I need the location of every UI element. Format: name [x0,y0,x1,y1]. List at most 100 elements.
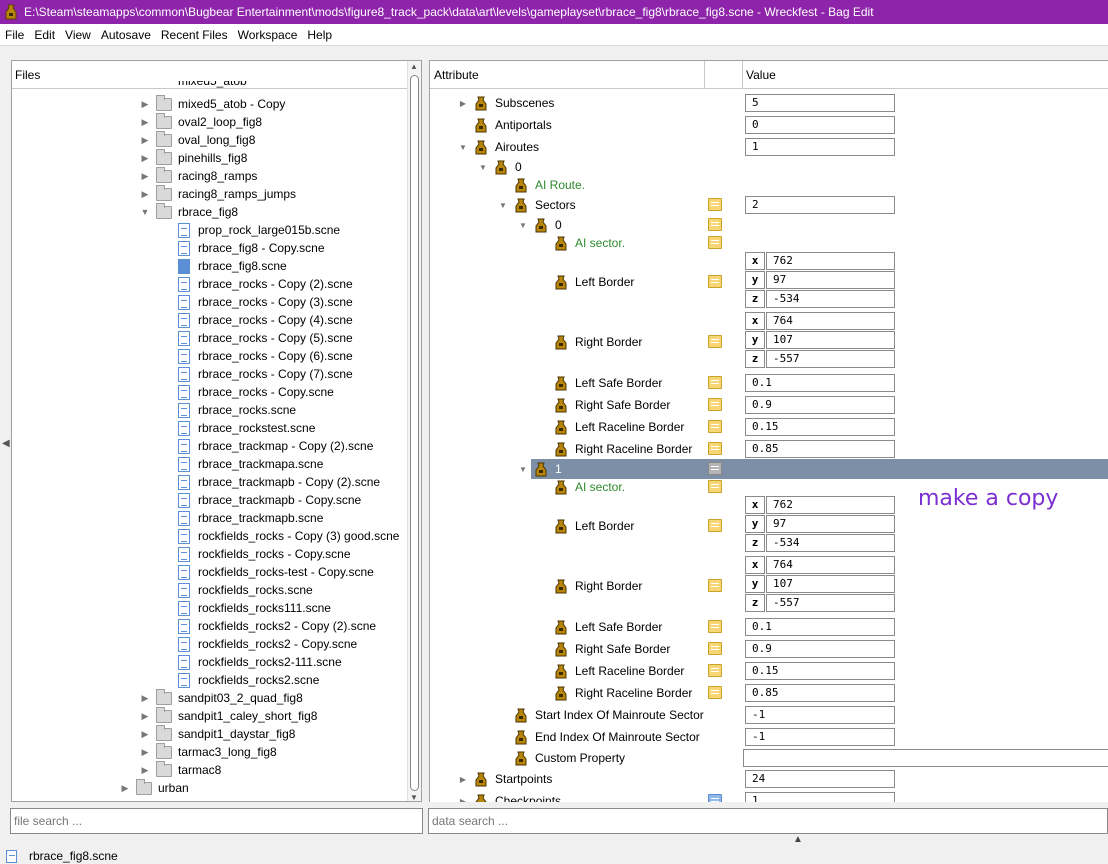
collapsed-arrow-icon[interactable]: ▶ [140,117,150,128]
tree-file[interactable]: rockfields_rocks - Copy.scne [178,545,351,563]
tree-folder[interactable]: ▶ tarmac3_long_fig8 [140,742,277,761]
vector-y-field[interactable]: 107 [766,575,895,593]
vector-y-field[interactable]: 107 [766,331,895,349]
attribute-row[interactable]: AI sector. [538,477,625,497]
scroll-up-icon[interactable]: ▲ [410,62,418,71]
value-field[interactable]: 0.1 [745,374,895,392]
note-icon[interactable] [708,579,722,592]
tree-file[interactable]: rbrace_trackmapb - Copy.scne [178,491,361,509]
scroll-down-icon[interactable]: ▼ [410,793,418,801]
note-icon[interactable] [708,198,722,211]
value-field[interactable]: 0.85 [745,684,895,702]
note-icon[interactable] [708,275,722,288]
menu-autosave[interactable]: Autosave [96,24,156,46]
attribute-row[interactable]: AI sector. [538,233,625,253]
menu-workspace[interactable]: Workspace [233,24,303,46]
attribute-row[interactable]: End Index Of Mainroute Sector [498,727,700,747]
value-field[interactable]: 1 [745,138,895,156]
vector-z-field[interactable]: -557 [766,594,895,612]
attribute-row[interactable]: ▼ 1 [518,459,562,479]
note-icon[interactable] [708,462,722,475]
tree-file[interactable]: prop_rock_large015b.scne [178,221,340,239]
menu-edit[interactable]: Edit [29,24,60,46]
vector-z-field[interactable]: -534 [766,534,895,552]
collapsed-arrow-icon[interactable]: ▶ [140,171,150,182]
tree-folder[interactable]: ▶ sandpit1_daystar_fig8 [140,724,295,743]
tree-folder[interactable]: ▶ pinehills_fig8 [140,148,247,167]
menu-file[interactable]: File [0,24,29,46]
note-icon[interactable] [708,642,722,655]
value-field[interactable]: -1 [745,728,895,746]
value-field[interactable]: -1 [745,706,895,724]
vector-x-field[interactable]: 764 [766,312,895,330]
tree-folder[interactable]: ▶ sandpit03_2_quad_fig8 [140,688,303,707]
tree-folder[interactable]: ▶ mixed5_atob - Copy [140,94,285,113]
tree-file[interactable]: rbrace_trackmapb - Copy (2).scne [178,473,380,491]
tree-file[interactable]: rbrace_rocks - Copy (3).scne [178,293,353,311]
vector-y-field[interactable]: 97 [766,515,895,533]
tree-file[interactable]: rbrace_fig8.scne [178,257,287,275]
attribute-row[interactable]: Left Raceline Border [538,417,684,437]
note-icon[interactable] [708,480,722,493]
value-field[interactable]: 0.1 [745,618,895,636]
tree-folder[interactable]: ▼ rbrace_fig8 [140,202,238,221]
collapsed-arrow-icon[interactable]: ▶ [140,747,150,758]
tree-file[interactable]: rbrace_rocks - Copy (5).scne [178,329,353,347]
attribute-row[interactable]: Left Safe Border [538,617,662,637]
note-icon[interactable] [708,420,722,433]
note-icon[interactable] [708,686,722,699]
tree-folder[interactable]: ▶ racing8_ramps [140,166,257,185]
value-field[interactable]: 0.15 [745,418,895,436]
attribute-row[interactable]: ▼ Airoutes [458,137,539,157]
expanded-arrow-icon[interactable]: ▼ [140,207,150,217]
tree-file[interactable]: rockfields_rocks2.scne [178,671,319,689]
vector-x-field[interactable]: 764 [766,556,895,574]
collapsed-arrow-icon[interactable]: ▶ [140,135,150,146]
tree-file[interactable]: rbrace_trackmap - Copy (2).scne [178,437,373,455]
tree-file[interactable]: rbrace_rocks - Copy (7).scne [178,365,353,383]
collapsed-arrow-icon[interactable]: ▶ [140,729,150,740]
vector-z-field[interactable]: -557 [766,350,895,368]
tree-folder[interactable]: ▶ urban [120,778,189,797]
tree-folder[interactable]: ▶ oval2_loop_fig8 [140,112,262,131]
vector-x-field[interactable]: 762 [766,496,895,514]
expanded-arrow-icon[interactable]: ▼ [518,465,528,474]
collapsed-arrow-icon[interactable]: ▶ [458,775,468,784]
tree-file[interactable]: rockfields_rocks2-111.scne [178,653,342,671]
tree-folder[interactable]: ▶ tarmac8 [140,760,221,779]
menu-view[interactable]: View [60,24,96,46]
attribute-row[interactable]: ▶ Startpoints [458,769,552,789]
attribute-row[interactable]: ▼ 0 [518,215,562,235]
files-scrollbar[interactable]: ▲ ▼ [407,61,421,801]
attribute-row[interactable]: ▶ Checkpoints [458,791,561,802]
value-field[interactable]: 1 [745,792,895,802]
expanded-arrow-icon[interactable]: ▼ [478,163,488,172]
expanded-arrow-icon[interactable]: ▼ [518,221,528,230]
vector-y-field[interactable]: 97 [766,271,895,289]
file-search-input[interactable]: file search ... [10,808,423,834]
column-attribute[interactable]: Attribute [430,61,479,89]
tree-folder[interactable]: ▶ sandpit1_caley_short_fig8 [140,706,317,725]
collapsed-arrow-icon[interactable]: ▶ [140,693,150,704]
note-icon[interactable] [708,794,722,802]
tree-file[interactable]: rbrace_trackmapb.scne [178,509,323,527]
value-field[interactable]: 2 [745,196,895,214]
value-field[interactable]: 0 [745,116,895,134]
collapse-left-icon[interactable]: ◀ [2,438,10,449]
collapsed-arrow-icon[interactable]: ▶ [140,711,150,722]
attribute-row[interactable]: Antiportals [458,115,552,135]
tree-file[interactable]: rbrace_rocks.scne [178,401,296,419]
tree-file[interactable]: rockfields_rocks - Copy (3) good.scne [178,527,399,545]
value-field[interactable]: 24 [745,770,895,788]
tree-file[interactable]: rbrace_rockstest.scne [178,419,315,437]
attribute-row[interactable]: Custom Property [498,748,625,768]
collapsed-arrow-icon[interactable]: ▶ [458,797,468,803]
tree-file[interactable]: rbrace_rocks - Copy (6).scne [178,347,353,365]
menu-recent-files[interactable]: Recent Files [156,24,233,46]
note-icon[interactable] [708,664,722,677]
data-search-input[interactable]: data search ... [428,808,1108,834]
attribute-row[interactable]: Right Border [538,576,642,596]
attribute-row[interactable]: Right Border [538,332,642,352]
attribute-row[interactable]: Left Safe Border [538,373,662,393]
attribute-row[interactable]: ▼ Sectors [498,195,576,215]
